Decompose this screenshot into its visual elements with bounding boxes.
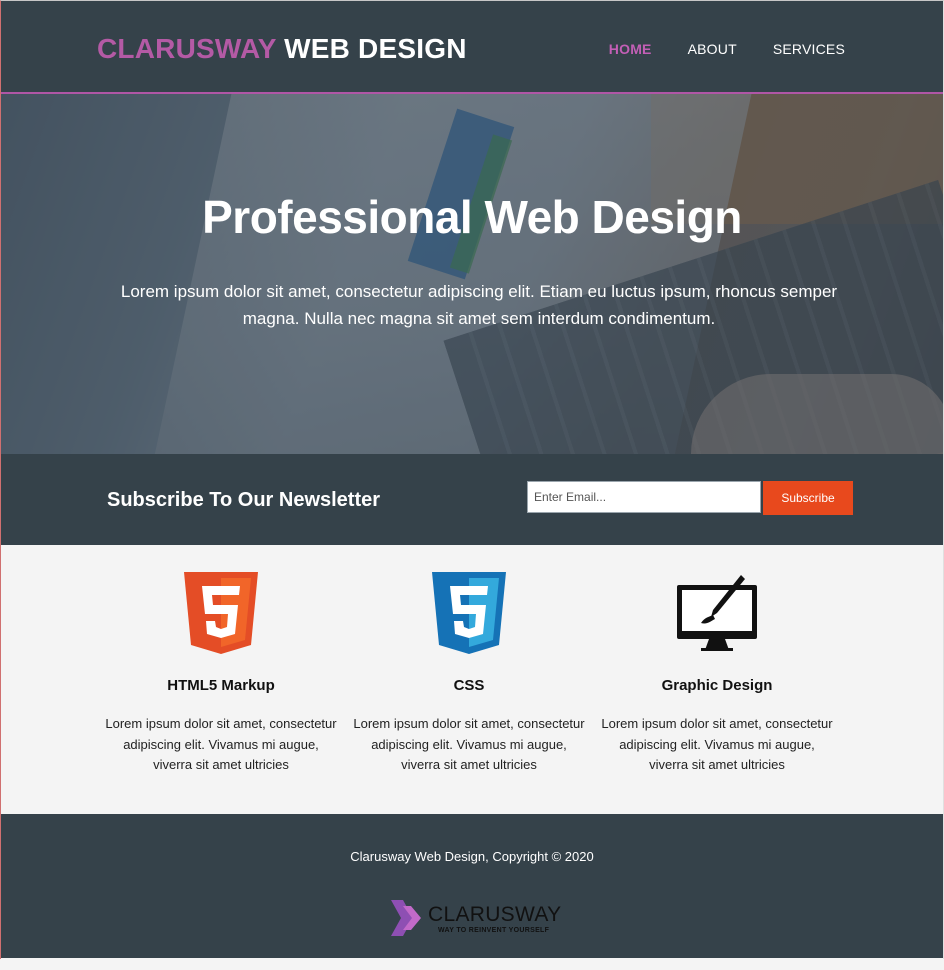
brand-logo[interactable]: CLARUSWAY WEB DESIGN	[97, 33, 467, 65]
feature-icon-wrap	[351, 545, 587, 654]
logo-tagline: WAY TO REINVENT YOURSELF	[438, 927, 550, 934]
feature-title: Graphic Design	[661, 677, 773, 694]
feature-text: Lorem ipsum dolor sit amet, consectetur …	[601, 716, 833, 772]
feature-box-graphic-design: Graphic Design Lorem ipsum dolor sit ame…	[599, 545, 835, 772]
brand-highlight: CLARUSWAY	[97, 33, 277, 64]
site-header: CLARUSWAY WEB DESIGN HOME ABOUT SERVICES	[1, 1, 943, 94]
copyright-text: Clarusway Web Design, Copyright © 2020	[350, 849, 594, 864]
logo-name: CLARUSWAY	[428, 903, 562, 926]
graphic-design-icon	[677, 575, 757, 651]
hero-title: Professional Web Design	[202, 191, 742, 243]
newsletter-heading: Subscribe To Our Newsletter	[107, 489, 381, 511]
features-section: HTML5 Markup Lorem ipsum dolor sit amet,…	[1, 545, 943, 814]
email-input[interactable]	[527, 481, 761, 513]
feature-icon-wrap	[103, 545, 339, 654]
nav-home[interactable]: HOME	[609, 41, 652, 57]
clarusway-logo[interactable]: CLARUSWAY WAY TO REINVENT YOURSELF	[389, 900, 579, 940]
subscribe-button[interactable]: Subscribe	[763, 481, 853, 515]
feature-title: CSS	[453, 677, 485, 694]
hero-text: Lorem ipsum dolor sit amet, consectetur …	[120, 282, 838, 328]
main-nav: HOME ABOUT SERVICES	[609, 41, 845, 57]
chevron-logo-icon	[391, 900, 421, 936]
nav-about[interactable]: ABOUT	[688, 41, 737, 57]
nav-services[interactable]: SERVICES	[773, 41, 845, 57]
feature-box-css: CSS Lorem ipsum dolor sit amet, consecte…	[351, 545, 587, 772]
feature-text: Lorem ipsum dolor sit amet, consectetur …	[105, 716, 337, 772]
feature-text: Lorem ipsum dolor sit amet, consectetur …	[353, 716, 585, 772]
css3-icon	[432, 572, 506, 654]
site-footer: Clarusway Web Design, Copyright © 2020 C…	[1, 814, 943, 958]
newsletter-section: Subscribe To Our Newsletter Subscribe	[1, 454, 943, 545]
feature-icon-wrap	[599, 545, 835, 653]
feature-box-html5: HTML5 Markup Lorem ipsum dolor sit amet,…	[103, 545, 339, 772]
html5-icon	[184, 572, 258, 654]
feature-title: HTML5 Markup	[167, 677, 275, 694]
hero-overlay	[1, 94, 943, 454]
hero-section: Professional Web Design Lorem ipsum dolo…	[1, 94, 943, 454]
brand-rest: WEB DESIGN	[284, 33, 467, 64]
